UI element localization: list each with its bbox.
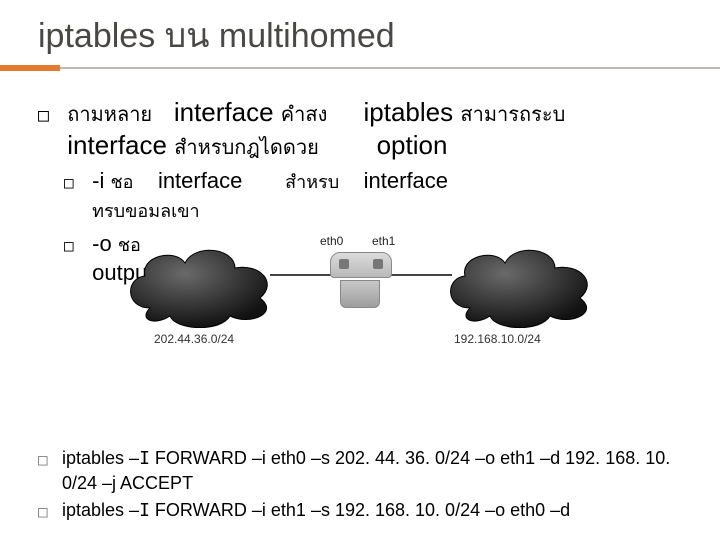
command-1-text: iptables –I FORWARD –i eth0 –s 202. 44. …	[62, 446, 682, 496]
slide: iptables บน multihomed □ ถามหลาย interfa…	[0, 0, 720, 540]
command-2-text: iptables –I FORWARD –i eth1 –s 192. 168.…	[62, 498, 682, 523]
subnet-left: 202.44.36.0/24	[154, 332, 234, 346]
network-diagram: eth0 eth1 202.44.36.0/24 192.168.10.0/24	[120, 218, 600, 358]
intro-part-b: คำสง	[281, 104, 328, 126]
intro-part-a: ถามหลาย	[67, 104, 152, 126]
flag-i: -i	[92, 168, 110, 193]
sub-i-interface: interface	[158, 168, 242, 193]
divider	[60, 67, 720, 69]
sub-i-interface2: interface	[364, 168, 448, 193]
wire-left	[270, 274, 334, 276]
cloud-left-icon	[120, 238, 280, 328]
intro-block: □ ถามหลาย interface คำสง iptables สามารถ…	[38, 96, 682, 161]
subnet-right: 192.168.10.0/24	[454, 332, 541, 346]
sub-i-label-a: ชอ	[110, 172, 133, 192]
intro-part-d: สำหรบกฎไดดวย	[174, 137, 319, 159]
router-icon	[330, 252, 390, 308]
flag-o: -o	[92, 231, 118, 256]
accent-bar	[0, 65, 60, 71]
sub-i-line: □ -i ชอ interface สำหรบ interface ทรบขอม…	[64, 167, 682, 224]
commands-block: □ iptables –I FORWARD –i eth0 –s 202. 44…	[38, 446, 682, 525]
bullet-icon: □	[38, 105, 60, 128]
cloud-right-icon	[440, 238, 600, 328]
wire-right	[388, 274, 452, 276]
intro-part-c: สามารถระบ	[460, 104, 565, 126]
intro-word-interface1: interface	[174, 97, 274, 127]
bullet-icon: □	[38, 446, 62, 471]
sub-i-label-b: สำหรบ	[285, 172, 339, 192]
bullet-icon: □	[64, 236, 86, 257]
command-row-2: □ iptables –I FORWARD –i eth1 –s 192. 16…	[38, 498, 682, 523]
bullet-icon: □	[64, 173, 86, 194]
title-underline	[0, 65, 720, 71]
intro-word-option: option	[377, 130, 448, 160]
eth0-label: eth0	[320, 234, 343, 248]
bullet-icon: □	[38, 498, 62, 523]
slide-title: iptables บน multihomed	[0, 0, 720, 62]
intro-word-iptables: iptables	[364, 97, 454, 127]
eth1-label: eth1	[372, 234, 395, 248]
intro-word-interface2: interface	[67, 130, 167, 160]
command-row-1: □ iptables –I FORWARD –i eth0 –s 202. 44…	[38, 446, 682, 496]
